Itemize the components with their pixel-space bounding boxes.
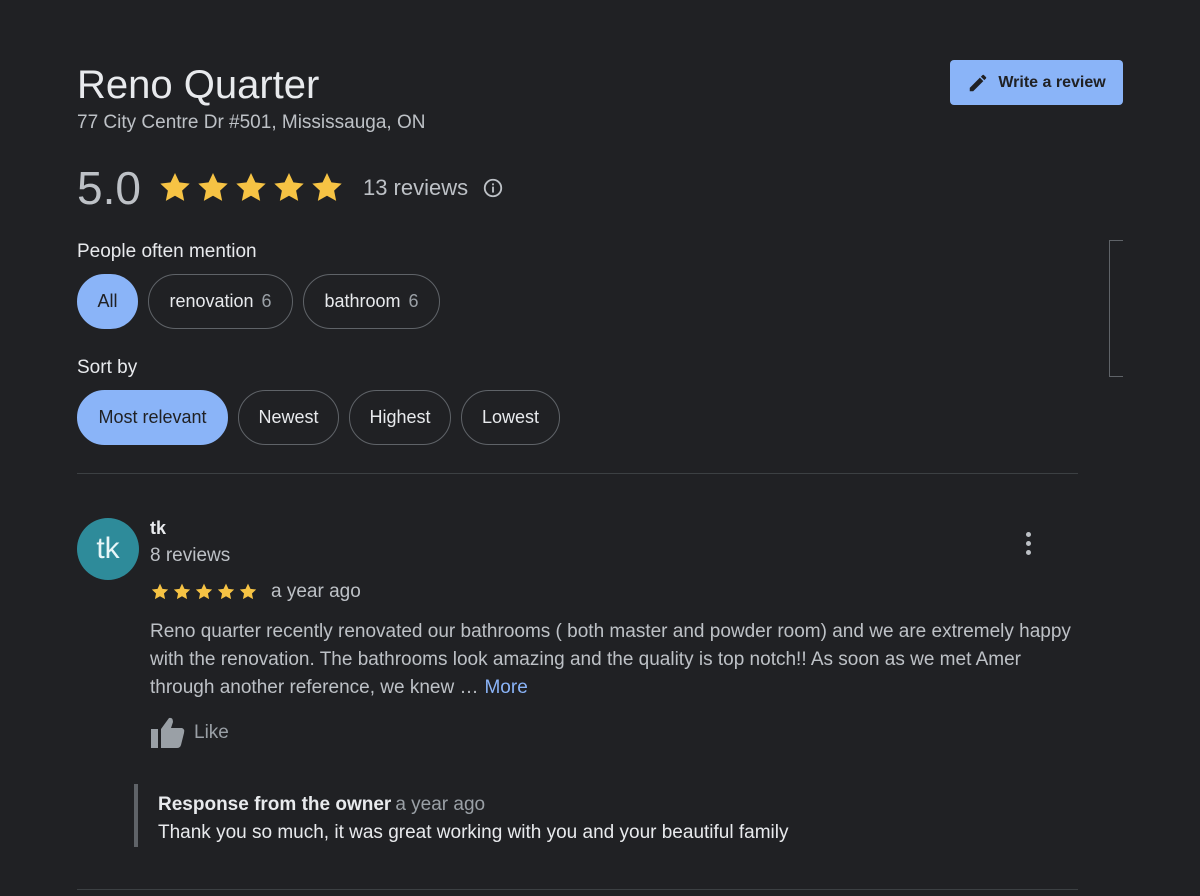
mentions-label: People often mention [77, 241, 257, 262]
write-review-button[interactable]: Write a review [950, 60, 1123, 105]
business-address: 77 City Centre Dr #501, Mississauga, ON [77, 112, 426, 133]
review-body: Reno quarter recently renovated our bath… [150, 618, 1090, 702]
review-text: Reno quarter recently renovated our bath… [150, 621, 1071, 698]
reviewer-review-count: 8 reviews [150, 545, 231, 566]
owner-response: Response from the owner a year ago Thank … [134, 784, 1094, 847]
owner-response-title: Response from the owner [158, 794, 392, 815]
rating-summary: 5.0 13 reviews [77, 158, 504, 218]
chip-label: Highest [369, 407, 431, 427]
owner-response-text: Thank you so much, it was great working … [158, 822, 789, 843]
more-vert-icon[interactable] [1016, 528, 1040, 558]
reviewer-name[interactable]: tk [150, 518, 166, 539]
review-date: a year ago [271, 581, 361, 602]
sort-chip-most-relevant[interactable]: Most relevant [77, 390, 228, 445]
star-icon [239, 583, 257, 600]
sort-label: Sort by [77, 357, 138, 378]
thumb-up-icon [151, 717, 185, 748]
business-name: Reno Quarter [77, 63, 320, 107]
sort-chip-newest[interactable]: Newest [238, 390, 339, 445]
mention-chip-renovation[interactable]: renovation 6 [148, 274, 293, 329]
star-icon [160, 173, 190, 201]
star-icon [217, 583, 235, 600]
chip-label: bathroom [324, 291, 401, 311]
like-button[interactable]: Like [150, 716, 229, 750]
chip-count: 6 [261, 291, 272, 311]
chip-label: renovation [169, 291, 254, 311]
chip-label: Most relevant [98, 407, 207, 427]
sort-chip-lowest[interactable]: Lowest [461, 390, 560, 445]
mention-chip-all[interactable]: All [77, 274, 138, 329]
mention-chip-bathroom[interactable]: bathroom 6 [303, 274, 440, 329]
chip-label: Newest [258, 407, 319, 427]
divider [77, 473, 1078, 474]
star-icon [173, 583, 191, 600]
avatar[interactable]: tk [77, 518, 139, 580]
star-icon [236, 173, 266, 201]
owner-response-header: Response from the owner a year ago [158, 794, 485, 816]
rating-value: 5.0 [77, 162, 141, 214]
more-link[interactable]: More [484, 677, 527, 698]
star-icon [312, 173, 342, 201]
star-icon [274, 173, 304, 201]
like-label: Like [194, 722, 229, 743]
scrollbar[interactable] [1109, 240, 1123, 377]
owner-response-date: a year ago [395, 794, 486, 815]
info-icon[interactable] [482, 177, 504, 199]
pencil-icon [970, 74, 987, 91]
rating-stars [157, 170, 345, 206]
star-icon [151, 583, 169, 600]
star-icon [198, 173, 228, 201]
reviews-panel: Reno Quarter 77 City Centre Dr #501, Mis… [0, 0, 1200, 896]
review-meta: a year ago [150, 581, 361, 603]
chip-label: All [97, 291, 118, 311]
star-icon [195, 583, 213, 600]
write-review-label: Write a review [998, 73, 1106, 91]
chip-label: Lowest [481, 407, 540, 427]
mention-chips: All renovation 6 bathroom 6 [77, 274, 440, 329]
sort-chips: Most relevant Newest Highest Lowest [77, 390, 560, 445]
divider [77, 889, 1078, 890]
chip-count: 6 [408, 291, 419, 311]
review-stars [150, 582, 258, 602]
sort-chip-highest[interactable]: Highest [349, 390, 451, 445]
review-count: 13 reviews [362, 175, 469, 200]
